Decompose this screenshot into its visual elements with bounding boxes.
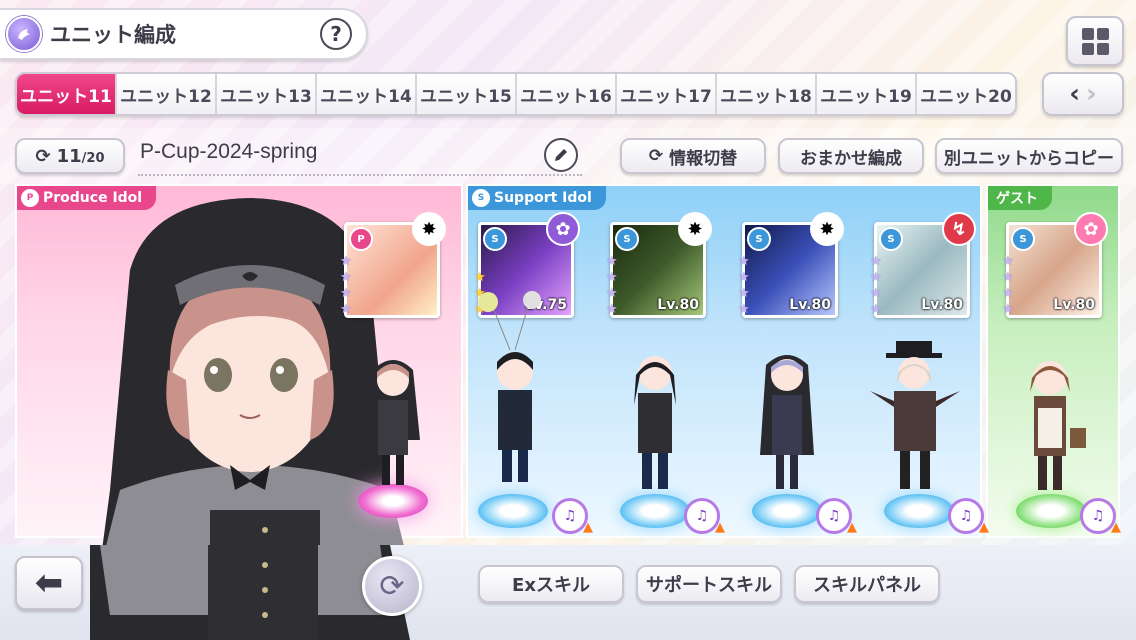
skill-upgrade-icon[interactable]: ♫ bbox=[684, 498, 725, 535]
star-icon: ★ bbox=[870, 302, 882, 317]
swap-character-button[interactable]: ⟳ bbox=[362, 556, 422, 616]
support-type-badge: S bbox=[615, 227, 639, 251]
tab-unit-16[interactable]: ユニット16 bbox=[517, 74, 617, 114]
star-icon: ★ bbox=[1002, 254, 1014, 269]
tab-unit-12[interactable]: ユニット12 bbox=[117, 74, 217, 114]
star-icon: ★ bbox=[870, 254, 882, 269]
skill-upgrade-icon[interactable]: ♫ bbox=[552, 498, 593, 535]
auto-formation-button[interactable]: おまかせ編成 bbox=[778, 138, 924, 174]
card-level: Lv.80 bbox=[789, 297, 831, 313]
burst-icon: ✸ bbox=[810, 212, 844, 246]
card-level: Lv.80 bbox=[921, 297, 963, 313]
tab-unit-15[interactable]: ユニット15 bbox=[417, 74, 517, 114]
menu-grid-button[interactable] bbox=[1066, 16, 1124, 66]
produce-type-badge: P bbox=[349, 227, 373, 251]
tab-page-arrows: ‹ › bbox=[1042, 72, 1124, 116]
tab-unit-19[interactable]: ユニット19 bbox=[817, 74, 917, 114]
star-icon: ★ bbox=[738, 302, 750, 317]
star-icon: ★ bbox=[870, 270, 882, 285]
refresh-icon: ⟳ bbox=[379, 568, 405, 604]
guest-chibi bbox=[1030, 361, 1086, 490]
unit-total: /20 bbox=[81, 150, 105, 166]
star-icon: ★ bbox=[1002, 286, 1014, 301]
produce-card-stars: ★ ★ ★ ★ bbox=[340, 254, 352, 317]
star-icon: ★ bbox=[606, 302, 618, 317]
skill-panel-button[interactable]: スキルパネル bbox=[794, 565, 940, 603]
guest-card-stars: ★ ★ ★ ★ bbox=[1002, 254, 1014, 317]
spiral-icon: ↯ bbox=[942, 212, 976, 246]
swap-icon: ⟳ bbox=[35, 145, 51, 167]
support-card-2-stars: ★ ★ ★ ★ bbox=[606, 254, 618, 317]
support-type-badge: S bbox=[879, 227, 903, 251]
support-chibi-3 bbox=[760, 355, 814, 489]
star-icon: ★ bbox=[1002, 302, 1014, 317]
arrow-left-icon: ⬅ bbox=[34, 563, 64, 603]
tab-unit-14[interactable]: ユニット14 bbox=[317, 74, 417, 114]
copy-from-unit-button[interactable]: 別ユニットからコピー bbox=[935, 138, 1123, 174]
tab-unit-13[interactable]: ユニット13 bbox=[217, 74, 317, 114]
unit-tabs: ユニット11 ユニット12 ユニット13 ユニット14 ユニット15 ユニット1… bbox=[15, 72, 1017, 116]
unit-count: 11 bbox=[56, 145, 82, 167]
star-icon: ★ bbox=[474, 270, 486, 285]
star-icon: ★ bbox=[738, 254, 750, 269]
chevron-right-icon[interactable]: › bbox=[1086, 79, 1097, 109]
support-chibi-4 bbox=[870, 341, 960, 489]
star-icon: ★ bbox=[1002, 270, 1014, 285]
star-icon: ★ bbox=[738, 270, 750, 285]
star-icon: ★ bbox=[340, 270, 352, 285]
back-button[interactable]: ⬅ bbox=[15, 556, 83, 610]
support-type-badge: S bbox=[483, 227, 507, 251]
star-icon: ★ bbox=[340, 254, 352, 269]
support-icon: S bbox=[472, 189, 490, 207]
tab-unit-18[interactable]: ユニット18 bbox=[717, 74, 817, 114]
tab-unit-11[interactable]: ユニット11 bbox=[17, 74, 117, 114]
grid-icon bbox=[1081, 27, 1094, 40]
unit-name[interactable]: P-Cup-2024-spring bbox=[140, 140, 317, 164]
flower-icon: ✿ bbox=[1074, 212, 1108, 246]
card-level: Lv.80 bbox=[657, 297, 699, 313]
info-toggle-button[interactable]: ⟳ 情報切替 bbox=[620, 138, 766, 174]
refresh-icon: ⟳ bbox=[648, 146, 664, 166]
star-icon: ★ bbox=[340, 302, 352, 317]
support-type-badge: S bbox=[1011, 227, 1035, 251]
star-icon: ★ bbox=[340, 286, 352, 301]
card-level: Lv.80 bbox=[1053, 297, 1095, 313]
star-icon: ★ bbox=[606, 270, 618, 285]
support-chibi-2 bbox=[634, 356, 676, 489]
support-chibi-1 bbox=[478, 291, 541, 482]
page-title: ユニット編成 bbox=[50, 23, 176, 47]
star-icon: ★ bbox=[606, 286, 618, 301]
star-icon: ★ bbox=[738, 286, 750, 301]
support-card-4-stars: ★ ★ ★ ★ bbox=[870, 254, 882, 317]
tab-unit-20[interactable]: ユニット20 bbox=[917, 74, 1015, 114]
star-icon: ★ bbox=[870, 286, 882, 301]
skill-upgrade-icon[interactable]: ♫ bbox=[948, 498, 989, 535]
support-card-3-stars: ★ ★ ★ ★ bbox=[738, 254, 750, 317]
support-idol-label: S Support Idol bbox=[468, 186, 606, 210]
help-button[interactable]: ? bbox=[320, 18, 352, 50]
screen-title-bar: ユニット編成 ? bbox=[0, 8, 368, 60]
burst-icon: ✸ bbox=[412, 212, 446, 246]
unit-count-button[interactable]: ⟳ 11/20 bbox=[15, 138, 125, 174]
guest-label: ゲスト bbox=[988, 186, 1052, 210]
unit-edit-icon bbox=[6, 16, 42, 52]
edit-name-button[interactable] bbox=[544, 138, 578, 172]
burst-icon: ✸ bbox=[678, 212, 712, 246]
produce-icon: P bbox=[21, 189, 39, 207]
gear-icon: ✿ bbox=[546, 212, 580, 246]
unit-name-underline bbox=[138, 174, 582, 176]
support-type-badge: S bbox=[747, 227, 771, 251]
ex-skill-button[interactable]: Exスキル bbox=[478, 565, 624, 603]
star-icon: ★ bbox=[606, 254, 618, 269]
produce-chibi bbox=[366, 360, 420, 485]
skill-upgrade-icon[interactable]: ♫ bbox=[816, 498, 857, 535]
chevron-left-icon[interactable]: ‹ bbox=[1069, 79, 1080, 109]
tab-unit-17[interactable]: ユニット17 bbox=[617, 74, 717, 114]
pencil-icon bbox=[555, 149, 567, 161]
support-skill-button[interactable]: サポートスキル bbox=[636, 565, 782, 603]
skill-upgrade-icon[interactable]: ♫ bbox=[1080, 498, 1121, 535]
